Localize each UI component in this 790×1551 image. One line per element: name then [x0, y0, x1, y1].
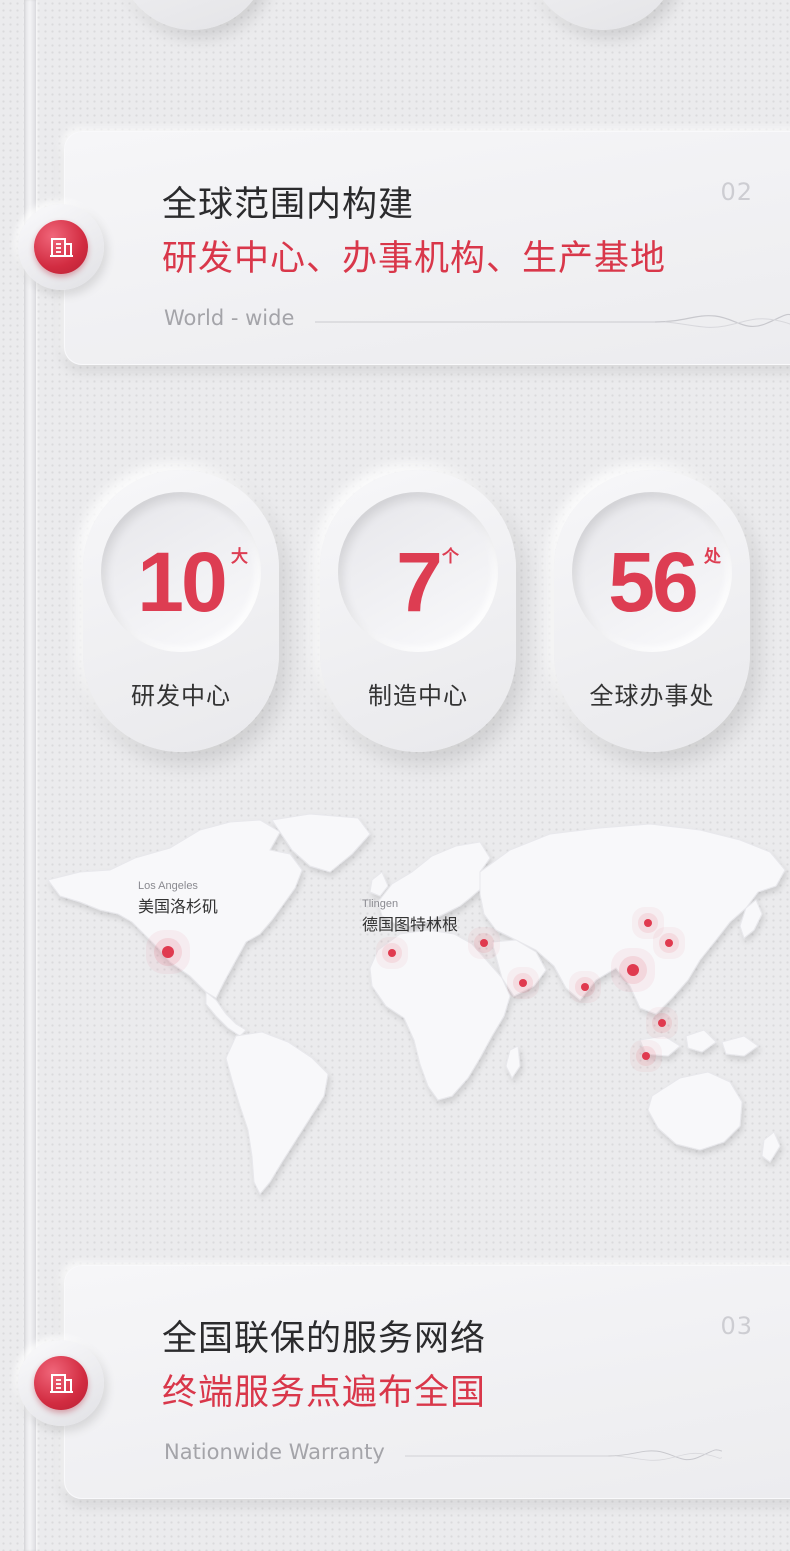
timeline-node-02 — [18, 204, 104, 290]
location-marker — [627, 964, 639, 976]
location-marker — [519, 979, 527, 987]
location-marker-los-angeles — [162, 946, 174, 958]
stat-label: 全球办事处 — [589, 682, 715, 710]
stat-unit: 大 — [231, 547, 248, 567]
section-title: 全球范围内构建 — [162, 185, 415, 225]
section-card-nationwide: 03 全国联保的服务网络 终端服务点遍布全国 Nationwide Warran… — [64, 1265, 790, 1499]
stat-card-offices: 56 处 全球办事处 — [554, 470, 750, 752]
section-english-label: World - wide — [164, 306, 295, 330]
wave-line-decoration — [405, 1449, 723, 1461]
location-marker — [388, 949, 396, 957]
stat-label: 制造中心 — [368, 682, 468, 710]
city-chinese-name: 美国洛杉矶 — [138, 897, 219, 916]
city-label-tlingen: Tlingen 德国图特林根 — [362, 898, 458, 935]
decorative-circle-right — [528, 0, 678, 30]
stat-card-manufacturing: 7 个 制造中心 — [320, 470, 516, 752]
stat-unit: 个 — [442, 547, 459, 567]
location-marker — [642, 1052, 650, 1060]
section-subtitle: 研发中心、办事机构、生产基地 — [162, 239, 667, 279]
city-english-name: Tlingen — [362, 898, 399, 910]
decorative-circle-left — [118, 0, 268, 30]
stat-card-rnd: 10 大 研发中心 — [83, 470, 279, 752]
world-map-shape — [47, 813, 786, 1195]
location-marker — [665, 939, 673, 947]
world-map: Los Angeles 美国洛杉矶 Tlingen 德国图特林根 — [40, 810, 790, 1210]
stat-circle: 7 个 — [338, 492, 498, 652]
stat-value: 7 — [396, 535, 443, 629]
city-label-los-angeles: Los Angeles 美国洛杉矶 — [138, 880, 218, 917]
section-english-label: Nationwide Warranty — [164, 1440, 385, 1464]
stat-unit: 处 — [704, 547, 721, 567]
location-marker — [644, 919, 652, 927]
timeline-node-03 — [18, 1340, 104, 1426]
wave-line-decoration — [315, 313, 790, 328]
stat-circle: 10 大 — [101, 492, 261, 652]
location-marker — [658, 1019, 666, 1027]
location-marker — [480, 939, 488, 947]
section-number: 03 — [720, 1312, 753, 1340]
city-chinese-name: 德国图特林根 — [362, 915, 459, 934]
section-subtitle: 终端服务点遍布全国 — [162, 1373, 487, 1413]
city-english-name: Los Angeles — [138, 880, 198, 892]
building-icon — [34, 1356, 88, 1410]
section-title: 全国联保的服务网络 — [162, 1319, 487, 1359]
stat-circle: 56 处 — [572, 492, 732, 652]
location-marker — [581, 983, 589, 991]
stat-label: 研发中心 — [131, 682, 231, 710]
building-icon — [34, 220, 88, 274]
section-number: 02 — [720, 178, 753, 206]
section-card-worldwide: 02 全球范围内构建 研发中心、办事机构、生产基地 World - wide — [64, 131, 790, 365]
